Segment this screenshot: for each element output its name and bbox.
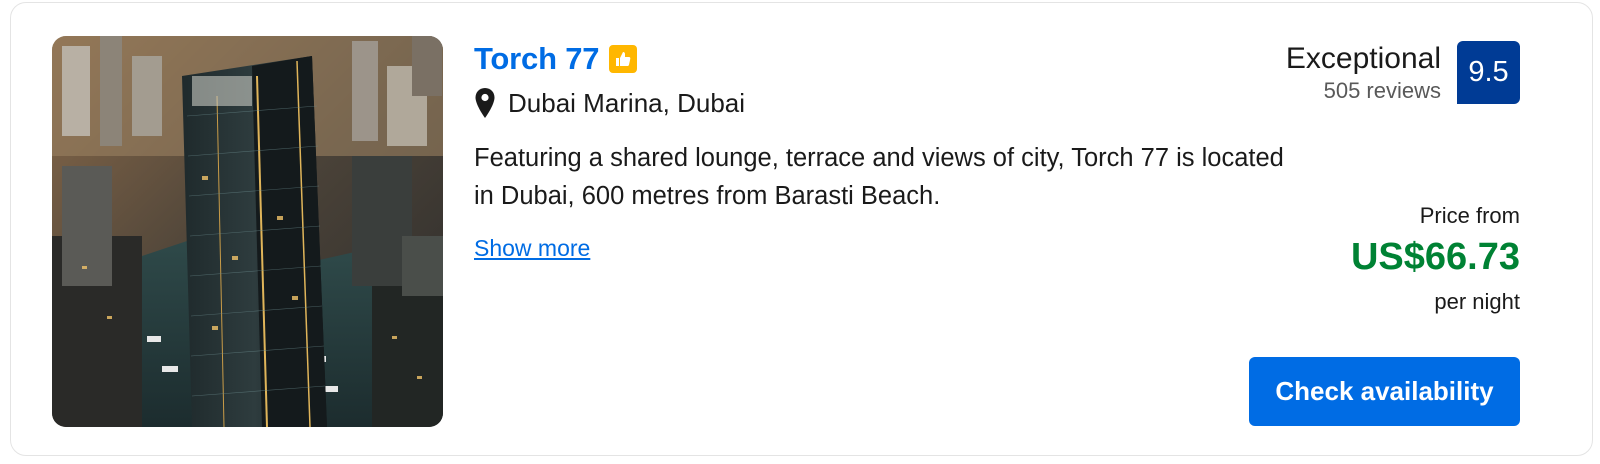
review-score[interactable]: Exceptional 505 reviews 9.5 [1286,41,1520,105]
property-photo[interactable] [52,36,443,427]
map-pin-icon [474,87,496,119]
location-text[interactable]: Dubai Marina, Dubai [508,88,745,119]
check-availability-button[interactable]: Check availability [1249,357,1520,426]
property-card: Torch 77 Dubai Marina, Dubai Featuring a… [10,2,1593,456]
show-more-link[interactable]: Show more [474,235,590,262]
hotel-title-link[interactable]: Torch 77 [474,41,600,77]
rating-text: Exceptional 505 reviews [1286,41,1441,105]
price-block: Price from US$66.73 per night [1351,201,1520,317]
property-description: Featuring a shared lounge, terrace and v… [474,144,1284,210]
title-row: Torch 77 [474,41,638,77]
price-unit: per night [1434,289,1520,314]
thumbs-up-icon [609,45,638,73]
review-count: 505 reviews [1323,78,1441,103]
score-badge: 9.5 [1457,41,1520,104]
price-value: US$66.73 [1350,236,1520,278]
rating-word: Exceptional [1285,42,1441,75]
location-row: Dubai Marina, Dubai [474,87,745,119]
price-label: Price from [1419,203,1520,228]
